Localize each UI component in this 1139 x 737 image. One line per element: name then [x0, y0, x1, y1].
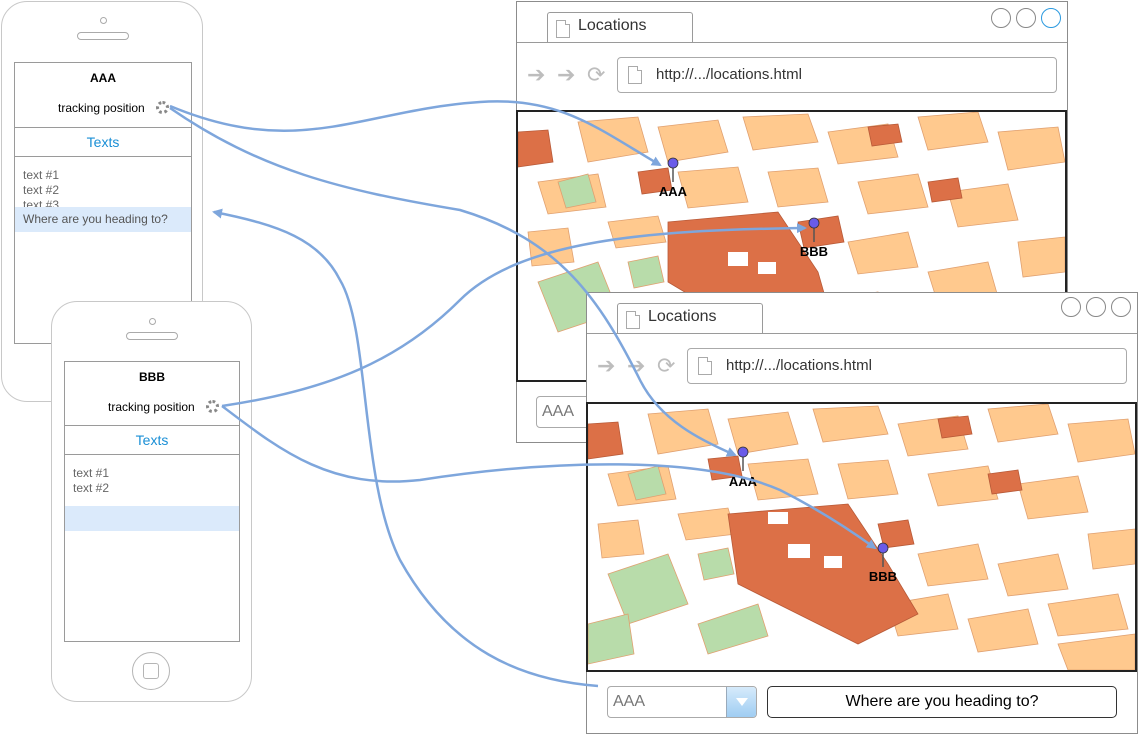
tracking-label: tracking position [108, 400, 195, 414]
page-icon [626, 311, 640, 329]
message-item: text #2 [73, 481, 110, 495]
home-button[interactable] [132, 652, 170, 690]
camera-icon [100, 17, 107, 24]
address-bar[interactable]: http://.../locations.html [687, 348, 1127, 384]
user-select-value: AAA [542, 403, 575, 420]
marker-label: BBB [800, 244, 828, 259]
marker-label: BBB [869, 569, 897, 584]
message-item: text #1 [23, 168, 60, 182]
tab-strip-divider [587, 333, 1137, 334]
tab-texts[interactable]: Texts [65, 425, 239, 455]
page-icon [698, 357, 712, 375]
window-button[interactable] [991, 8, 1011, 28]
forward-arrow-icon[interactable]: ➔ [557, 64, 575, 86]
speaker-grille [77, 32, 129, 40]
tracking-label: tracking position [58, 101, 145, 115]
window-button[interactable] [1086, 297, 1106, 317]
tab-strip-divider [517, 42, 1067, 43]
user-select[interactable]: AAA [607, 686, 757, 718]
browser-window-2: Locations ➔ ➔ ⟳ http://.../locations.htm… [586, 292, 1138, 734]
selected-message-row[interactable]: Where are you heading to? [15, 207, 191, 232]
back-arrow-icon[interactable]: ➔ [527, 64, 545, 86]
page-icon [556, 20, 570, 38]
tab-texts[interactable]: Texts [15, 127, 191, 157]
reload-icon[interactable]: ⟳ [657, 355, 675, 377]
browser-tab[interactable]: Locations [547, 12, 693, 43]
window-button[interactable] [1016, 8, 1036, 28]
reload-icon[interactable]: ⟳ [587, 64, 605, 86]
camera-icon [149, 318, 156, 325]
message-item: text #1 [73, 466, 110, 480]
window-button[interactable] [1061, 297, 1081, 317]
back-arrow-icon[interactable]: ➔ [597, 355, 615, 377]
loading-spinner-icon [206, 400, 219, 413]
tab-title: Locations [648, 308, 717, 325]
phone-bbb: BBB tracking position Texts text #1 text… [51, 301, 252, 702]
page-icon [628, 66, 642, 84]
browser-tab[interactable]: Locations [617, 303, 763, 334]
message-item: text #2 [23, 183, 60, 197]
selected-message-text: Where are you heading to? [23, 212, 168, 226]
window-button[interactable] [1041, 8, 1061, 28]
phone-screen: BBB tracking position Texts text #1 text… [64, 361, 240, 642]
tab-title: Locations [578, 17, 647, 34]
forward-arrow-icon[interactable]: ➔ [627, 355, 645, 377]
user-name: AAA [90, 71, 116, 85]
selected-message-row[interactable] [65, 506, 239, 531]
message-input[interactable]: Where are you heading to? [767, 686, 1117, 718]
user-select-value: AAA [613, 693, 646, 710]
map-view[interactable]: AAA BBB [586, 402, 1137, 672]
marker-label: AAA [729, 474, 758, 489]
loading-spinner-icon [156, 101, 169, 114]
address-bar[interactable]: http://.../locations.html [617, 57, 1057, 93]
city-map: AAA BBB [588, 404, 1135, 670]
dropdown-arrow-icon[interactable] [726, 687, 756, 717]
window-button[interactable] [1111, 297, 1131, 317]
speaker-grille [126, 332, 178, 340]
url-text: http://.../locations.html [656, 66, 802, 83]
url-text: http://.../locations.html [726, 357, 872, 374]
user-name: BBB [139, 370, 165, 384]
marker-label: AAA [659, 184, 688, 199]
